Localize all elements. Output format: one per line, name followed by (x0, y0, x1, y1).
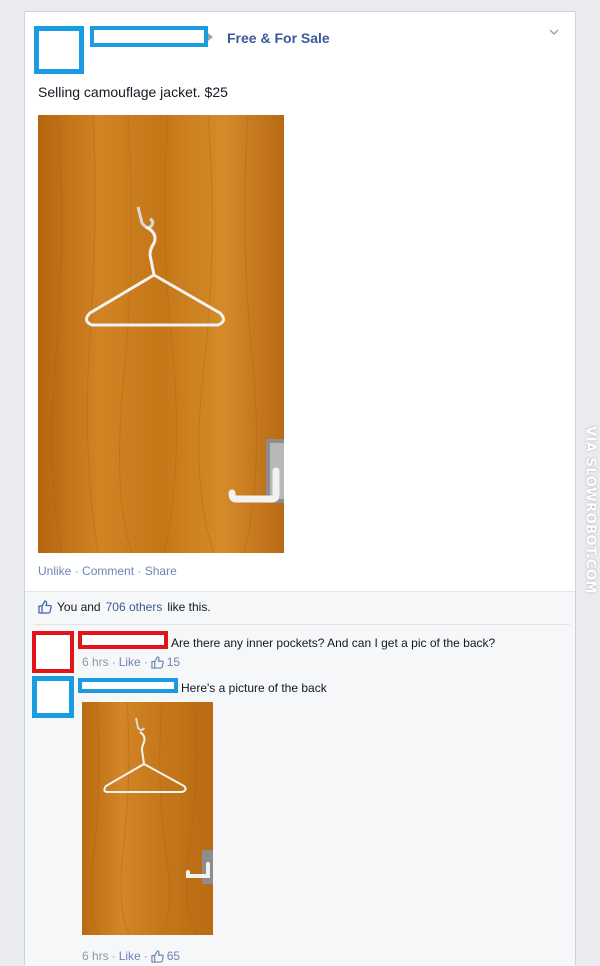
thumbs-up-icon (151, 949, 164, 963)
door-hanger-image (38, 115, 284, 553)
comment-like-count[interactable]: 15 (167, 655, 180, 669)
divider (34, 624, 570, 625)
poster-name[interactable] (90, 26, 208, 47)
likes-summary: You and 706 others like this. (38, 600, 211, 614)
likes-you: You and (57, 600, 101, 614)
chevron-down-icon[interactable] (549, 27, 559, 37)
comment-meta: 6 hrs · Like · 15 (82, 655, 180, 669)
comment-meta: 6 hrs · Like · 65 (82, 949, 180, 963)
thumbs-up-icon (38, 600, 52, 614)
group-name-link[interactable]: Free & For Sale (227, 30, 330, 46)
post-text: Selling camouflage jacket. $25 (38, 84, 228, 100)
post-actions: Unlike · Comment · Share (38, 564, 177, 578)
separator: · (143, 949, 148, 963)
thumbs-up-icon (151, 655, 164, 669)
post-photo[interactable] (38, 115, 284, 553)
watermark: VIA SLOWROBOT.COM (580, 426, 600, 594)
triangle-right-icon (208, 33, 213, 41)
comment-like-link[interactable]: Like (119, 655, 141, 669)
watermark-text: VIA SLOWROBOT.COM (582, 426, 598, 594)
comment-link[interactable]: Comment (82, 564, 134, 578)
poster-avatar[interactable] (34, 26, 84, 74)
separator: · (137, 564, 142, 578)
comment-photo[interactable] (82, 702, 213, 935)
comment-text: Are there any inner pockets? And can I g… (171, 636, 496, 650)
comment-like-link[interactable]: Like (119, 949, 141, 963)
commenter-avatar[interactable] (32, 676, 74, 718)
door-hanger-image (82, 702, 213, 935)
commenter-name[interactable] (78, 678, 178, 693)
comment-time[interactable]: 6 hrs (82, 949, 109, 963)
comment-text: Here's a picture of the back (181, 681, 327, 695)
comment-time[interactable]: 6 hrs (82, 655, 109, 669)
separator: · (111, 949, 116, 963)
unlike-link[interactable]: Unlike (38, 564, 71, 578)
commenter-name[interactable] (78, 631, 168, 649)
likes-suffix: like this. (167, 600, 211, 614)
commenter-avatar[interactable] (32, 631, 74, 673)
separator: · (143, 655, 148, 669)
comment-like-count[interactable]: 65 (167, 949, 180, 963)
separator: · (74, 564, 79, 578)
likes-others-link[interactable]: 706 others (106, 600, 163, 614)
separator: · (111, 655, 116, 669)
share-link[interactable]: Share (145, 564, 177, 578)
